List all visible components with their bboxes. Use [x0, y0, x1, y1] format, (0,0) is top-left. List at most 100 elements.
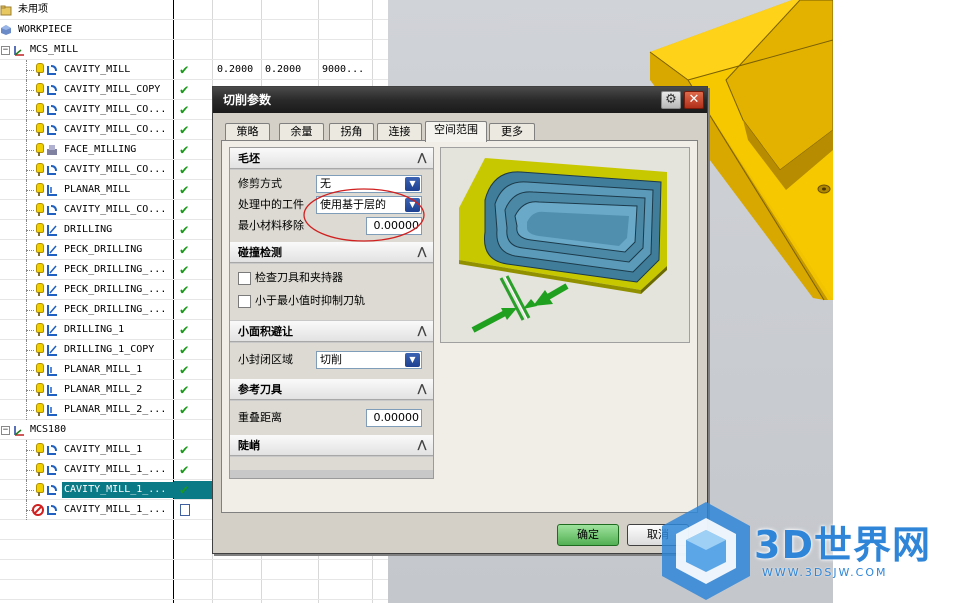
- dialog-titlebar[interactable]: 切削参数 ⚙ ✕: [213, 87, 707, 113]
- tab-containment[interactable]: 空间范围: [425, 121, 487, 142]
- checkmark-icon: ✔: [180, 62, 189, 78]
- small-closed-area-select[interactable]: 切削 ▼: [316, 351, 422, 369]
- operation-name[interactable]: DRILLING_1_COPY: [62, 342, 156, 358]
- cavity-operation-icon: [46, 204, 58, 216]
- collapse-icon[interactable]: ⋀: [415, 245, 429, 259]
- tree-connector: [26, 370, 34, 371]
- operation-value: 9000...: [322, 64, 365, 75]
- tree-connector: [26, 390, 34, 391]
- operation-name[interactable]: CAVITY_MILL_1_...: [62, 502, 168, 518]
- operation-name[interactable]: CAVITY_MILL_1_...: [62, 462, 168, 478]
- tree-connector: [26, 270, 34, 271]
- lightbulb-icon: [36, 103, 44, 117]
- tree-connector: [26, 410, 34, 411]
- checkmark-icon: ✔: [180, 102, 189, 118]
- small-closed-area-label: 小封闭区域: [238, 353, 293, 366]
- tab-corners[interactable]: 拐角: [329, 123, 374, 141]
- operation-name[interactable]: CAVITY_MILL_1_...: [62, 482, 174, 498]
- planar-operation-icon: [46, 384, 58, 396]
- checkmark-icon: ✔: [180, 242, 189, 258]
- cancel-button[interactable]: 取消: [627, 524, 689, 546]
- operation-name[interactable]: FACE_MILLING: [62, 142, 138, 158]
- lightbulb-icon: [36, 383, 44, 397]
- operation-name[interactable]: PECK_DRILLING_...: [62, 262, 168, 278]
- toolpath-status-cell: ✔: [174, 101, 213, 119]
- regenerate-needed-icon: [180, 504, 190, 516]
- tab-more[interactable]: 更多: [489, 123, 535, 141]
- gear-icon[interactable]: ⚙: [661, 91, 681, 109]
- operation-name[interactable]: CAVITY_MILL: [62, 62, 132, 78]
- lightbulb-icon: [36, 463, 44, 477]
- operation-name[interactable]: PLANAR_MILL_2: [62, 382, 144, 398]
- empty-row: [0, 580, 388, 600]
- operation-name[interactable]: CAVITY_MILL_CO...: [62, 102, 168, 118]
- operation-name[interactable]: CAVITY_MILL_COPY: [62, 82, 162, 98]
- lightbulb-icon: [36, 403, 44, 417]
- collapse-icon[interactable]: ⋀: [415, 438, 429, 452]
- ipw-label: 处理中的工件: [238, 198, 304, 211]
- operation-value: 0.2000: [217, 64, 254, 75]
- operation-row[interactable]: CAVITY_MILL ✔ 0.2000 0.2000 9000...: [0, 60, 388, 80]
- checkmark-icon: ✔: [180, 402, 189, 418]
- operation-name[interactable]: CAVITY_MILL_1: [62, 442, 144, 458]
- suppress-path-label: 小于最小值时抑制刀轨: [255, 294, 365, 307]
- operation-name[interactable]: DRILLING: [62, 222, 114, 238]
- operation-name[interactable]: DRILLING_1: [62, 322, 126, 338]
- operation-name[interactable]: MCS180: [28, 422, 68, 438]
- check-holder-checkbox[interactable]: [238, 272, 251, 285]
- collapse-toggle-icon[interactable]: −: [1, 426, 10, 435]
- lightbulb-icon: [36, 303, 44, 317]
- operation-name[interactable]: MCS_MILL: [28, 42, 80, 58]
- operation-name[interactable]: PLANAR_MILL_2_...: [62, 402, 168, 418]
- operation-name[interactable]: PLANAR_MILL: [62, 182, 132, 198]
- collapse-icon[interactable]: ⋀: [415, 324, 429, 338]
- checkmark-icon: ✔: [180, 382, 189, 398]
- tree-group-row[interactable]: 未用项: [0, 0, 388, 20]
- checkmark-icon: ✔: [180, 142, 189, 158]
- toolpath-status-cell: ✔: [174, 441, 213, 459]
- tree-group-row[interactable]: − MCS_MILL: [0, 40, 388, 60]
- tree-group-row[interactable]: WORKPIECE: [0, 20, 388, 40]
- overlap-distance-input[interactable]: 0.00000: [366, 409, 422, 427]
- group-steep-header[interactable]: 陡峭 ⋀: [230, 435, 433, 456]
- group-ref-tool-header[interactable]: 参考刀具 ⋀: [230, 379, 433, 400]
- close-icon[interactable]: ✕: [684, 91, 704, 109]
- checkmark-icon: ✔: [180, 82, 189, 98]
- cavity-illustration: [459, 158, 667, 333]
- group-collision-title: 碰撞检测: [238, 246, 282, 259]
- drill-operation-icon: [46, 304, 58, 316]
- ok-button[interactable]: 确定: [557, 524, 619, 546]
- group-blank-title: 毛坯: [238, 152, 260, 165]
- toolpath-status-cell: [174, 501, 213, 519]
- operation-name[interactable]: 未用项: [16, 2, 50, 18]
- drill-operation-icon: [46, 324, 58, 336]
- tab-connections[interactable]: 连接: [377, 123, 422, 141]
- tree-connector: [26, 170, 34, 171]
- tab-strategy[interactable]: 策略: [225, 123, 270, 141]
- tab-stock[interactable]: 余量: [279, 123, 324, 141]
- operation-name[interactable]: CAVITY_MILL_CO...: [62, 162, 168, 178]
- group-small-area-header[interactable]: 小面积避让 ⋀: [230, 321, 433, 342]
- suppress-path-checkbox[interactable]: [238, 295, 251, 308]
- operation-name[interactable]: CAVITY_MILL_CO...: [62, 122, 168, 138]
- operation-name[interactable]: PECK_DRILLING: [62, 242, 144, 258]
- group-blank-header[interactable]: 毛坯 ⋀: [230, 148, 433, 169]
- toolpath-status-cell: ✔: [174, 461, 213, 479]
- cavity-operation-icon: [46, 164, 58, 176]
- operation-name[interactable]: PECK_DRILLING_...: [62, 302, 168, 318]
- right-panel: [833, 0, 960, 603]
- collapse-icon[interactable]: ⋀: [415, 151, 429, 165]
- collapse-toggle-icon[interactable]: −: [1, 46, 10, 55]
- operation-name[interactable]: PLANAR_MILL_1: [62, 362, 144, 378]
- operation-name[interactable]: PECK_DRILLING_...: [62, 282, 168, 298]
- lightbulb-icon: [36, 183, 44, 197]
- group-small-area-title: 小面积避让: [238, 325, 293, 338]
- tree-connector: [26, 190, 34, 191]
- chevron-down-icon: ▼: [405, 353, 420, 367]
- operation-name[interactable]: CAVITY_MILL_CO...: [62, 202, 168, 218]
- operation-name[interactable]: WORKPIECE: [16, 22, 74, 38]
- face-operation-icon: [46, 144, 58, 156]
- tree-connector: [26, 210, 34, 211]
- tree-connector: [26, 290, 34, 291]
- collapse-icon[interactable]: ⋀: [415, 382, 429, 396]
